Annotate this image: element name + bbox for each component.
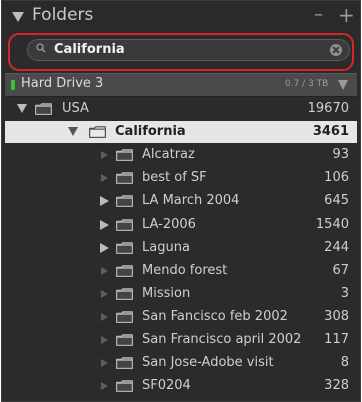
folder-label: best of SF — [142, 170, 207, 186]
folder-count: 19670 — [307, 101, 349, 116]
folder-icon — [116, 264, 133, 277]
folder-icon — [116, 218, 133, 231]
disclosure-empty-icon — [101, 336, 108, 344]
folder-row[interactable]: LA-2006 1540 — [5, 214, 357, 236]
folder-count: 67 — [332, 262, 349, 278]
volume-row[interactable]: Hard Drive 3 0.7 / 3 TB — [5, 73, 357, 97]
disclosure-empty-icon — [101, 359, 108, 368]
folder-icon — [116, 149, 133, 161]
folder-count: 93 — [332, 147, 349, 163]
folder-icon — [116, 241, 133, 254]
folder-icon — [116, 172, 133, 185]
folder-row[interactable]: San Francisco april 2002 117 — [5, 329, 357, 351]
add-folder-button[interactable]: + — [338, 3, 355, 27]
folder-row[interactable]: Mendo forest 67 — [5, 260, 357, 282]
folder-icon — [89, 126, 106, 138]
folder-count: 645 — [324, 193, 349, 209]
folders-panel: Folders – + California Hard Drive 3 0.7 … — [1, 0, 361, 402]
folder-icon — [116, 380, 133, 392]
folder-count: 1540 — [315, 216, 349, 232]
folder-row[interactable]: Alcatraz 93 — [5, 144, 357, 166]
disclosure-empty-icon — [101, 174, 108, 183]
folder-label: California — [115, 124, 186, 140]
folder-row[interactable]: Laguna 244 — [5, 237, 357, 259]
folder-label: San Francisco april 2002 — [142, 332, 302, 347]
folder-label: Alcatraz — [142, 147, 195, 163]
volume-name: Hard Drive 3 — [21, 76, 104, 91]
folder-icon — [116, 334, 133, 346]
disclosure-open-icon[interactable] — [68, 127, 78, 137]
folder-label: Mission — [142, 285, 191, 301]
folder-icon — [116, 195, 133, 208]
folder-label: USA — [62, 101, 89, 116]
folder-row[interactable]: San Jose-Adobe visit 8 — [5, 352, 357, 374]
folder-row[interactable]: San Fancisco feb 2002 308 — [5, 306, 357, 328]
volume-size: 0.7 / 3 TB — [285, 79, 329, 89]
search-input[interactable]: California — [54, 40, 314, 60]
disclosure-empty-icon — [101, 151, 108, 160]
folder-label: SF0204 — [142, 378, 191, 394]
folder-count: 3461 — [312, 124, 349, 140]
search-icon[interactable] — [36, 43, 46, 53]
folder-count: 3 — [340, 285, 349, 301]
folder-label: San Fancisco feb 2002 — [142, 308, 288, 324]
folder-row[interactable]: USA 19670 — [5, 98, 357, 120]
panel-title: Folders — [32, 5, 94, 25]
disclosure-closed-icon[interactable] — [100, 196, 109, 207]
folder-label: LA March 2004 — [142, 193, 240, 209]
disclosure-empty-icon — [101, 312, 108, 321]
folder-count: 328 — [324, 378, 349, 394]
folder-icon — [116, 287, 133, 300]
disclosure-empty-icon — [101, 382, 108, 391]
folder-row[interactable]: LA March 2004 645 — [5, 190, 357, 212]
folder-label: Laguna — [142, 239, 190, 255]
folder-icon — [116, 357, 133, 369]
folder-count: 117 — [324, 332, 349, 347]
folder-count: 308 — [324, 308, 349, 324]
collapse-triangle-icon[interactable] — [12, 12, 24, 22]
folder-row[interactable]: SF0204 328 — [5, 375, 357, 397]
folder-label: LA-2006 — [142, 216, 196, 232]
clear-icon[interactable] — [330, 44, 342, 56]
folder-icon — [35, 103, 52, 115]
folder-row[interactable]: California 3461 — [5, 121, 357, 144]
folder-count: 8 — [340, 355, 349, 371]
folder-row[interactable]: Mission 3 — [5, 283, 357, 305]
volume-status-indicator — [11, 80, 15, 90]
folder-label: San Jose-Adobe visit — [142, 355, 274, 371]
disclosure-closed-icon[interactable] — [100, 242, 109, 253]
volume-menu-triangle-icon[interactable] — [338, 80, 348, 90]
folder-count: 244 — [324, 239, 349, 255]
disclosure-empty-icon — [101, 266, 108, 275]
disclosure-open-icon[interactable] — [17, 104, 27, 113]
disclosure-closed-icon[interactable] — [100, 219, 109, 230]
panel-header[interactable]: Folders – + — [2, 1, 360, 35]
folder-icon — [116, 311, 133, 323]
disclosure-empty-icon — [101, 289, 108, 298]
remove-folder-button[interactable]: – — [314, 4, 323, 25]
folder-row[interactable]: best of SF 106 — [5, 167, 357, 189]
folder-label: Mendo forest — [142, 262, 228, 278]
folder-count: 106 — [324, 170, 349, 186]
